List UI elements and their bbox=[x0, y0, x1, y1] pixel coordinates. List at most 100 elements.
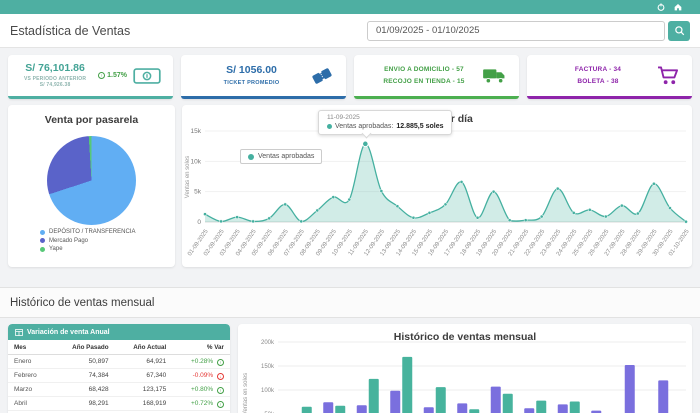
data-point bbox=[412, 216, 415, 219]
previous-period-value: S/ 74,926.38 bbox=[40, 82, 71, 89]
ticket-icon bbox=[310, 66, 334, 86]
data-point bbox=[636, 212, 639, 215]
tooltip: 11-09-2025 Ventas aprobadas: 12.885,5 so… bbox=[318, 110, 452, 135]
y-axis-label: Ventas en soles bbox=[185, 156, 191, 198]
bar-anio-pasado bbox=[625, 365, 635, 413]
y-tick-label: 15k bbox=[191, 128, 202, 135]
bar-anio-actual bbox=[570, 402, 580, 413]
bar-anio-pasado bbox=[491, 387, 501, 413]
data-point bbox=[316, 209, 319, 212]
series-legend[interactable]: Ventas aprobadas bbox=[240, 149, 322, 164]
arrow-up-circle-icon: ↑ bbox=[217, 387, 224, 394]
legend-label: Ventas aprobadas bbox=[258, 153, 314, 160]
cell-pasado: 50,897 bbox=[53, 355, 115, 369]
arrow-up-circle-icon: ↑ bbox=[98, 72, 105, 79]
arrow-up-circle-icon: ↑ bbox=[217, 359, 224, 366]
stat-card-delivery: ENVIO A DOMICILIO - 57 RECOJO EN TIENDA … bbox=[354, 55, 519, 99]
monthly-bar-chart: 050k100k150k200kVentas en soles bbox=[238, 324, 692, 413]
tooltip-value: 12.885,5 soles bbox=[396, 123, 443, 130]
cell-actual: 67,340 bbox=[115, 369, 173, 383]
tooltip-date: 11-09-2025 bbox=[327, 114, 443, 121]
pickup-line: RECOJO EN TIENDA - 15 bbox=[383, 76, 464, 88]
cell-pasado: 68,428 bbox=[53, 383, 115, 397]
topbar bbox=[0, 0, 700, 14]
cell-actual: 123,175 bbox=[115, 383, 173, 397]
column-header: % Var bbox=[172, 340, 230, 355]
cart-icon bbox=[657, 66, 680, 86]
data-point bbox=[380, 189, 383, 192]
y-tick-label: 10k bbox=[191, 158, 202, 165]
history-table: MesAño PasadoAño Actual% Var Enero50,897… bbox=[8, 340, 230, 413]
arrow-down-circle-icon: ↓ bbox=[217, 373, 224, 380]
data-point bbox=[588, 208, 591, 211]
legend-dot bbox=[40, 238, 45, 243]
data-point bbox=[620, 204, 623, 207]
cell-var: +0.28% ↑ bbox=[172, 355, 230, 369]
y-tick-label: 100k bbox=[261, 388, 275, 394]
bar-anio-pasado bbox=[357, 405, 367, 413]
bar-anio-pasado bbox=[524, 408, 534, 413]
power-icon[interactable] bbox=[657, 3, 665, 11]
data-point bbox=[492, 190, 495, 193]
table-row: Abril98,291168,919+0.72% ↑ bbox=[8, 397, 230, 411]
boleta-line: BOLETA - 38 bbox=[577, 76, 618, 88]
cell-mes: Enero bbox=[8, 355, 53, 369]
table-card: Variación de venta Anual MesAño PasadoAñ… bbox=[8, 324, 230, 413]
bar-anio-actual bbox=[436, 387, 446, 413]
cell-pasado: 74,384 bbox=[53, 369, 115, 383]
pie-legend: DEPÓSITO / TRANSFERENCIA Mercado Pago Yape bbox=[40, 229, 135, 252]
search-icon bbox=[674, 25, 685, 36]
data-point bbox=[348, 198, 351, 201]
growth-value: 1.57% bbox=[107, 72, 127, 79]
data-point bbox=[652, 182, 655, 185]
ticket-value: S/ 1056.00 bbox=[226, 64, 277, 78]
search-button[interactable] bbox=[668, 21, 690, 41]
bar-anio-actual bbox=[503, 394, 513, 413]
home-icon[interactable] bbox=[674, 3, 682, 11]
legend-item[interactable]: Mercado Pago bbox=[40, 238, 135, 244]
table-row: Marzo68,428123,175+0.80% ↑ bbox=[8, 383, 230, 397]
card-accent bbox=[8, 96, 173, 99]
data-point bbox=[684, 220, 687, 223]
ticket-label: TICKET PROMEDIO bbox=[224, 80, 280, 87]
dashboard: Estadística de Ventas S/ 76,101.86 VS PE… bbox=[0, 0, 700, 413]
legend-label: Mercado Pago bbox=[49, 238, 88, 244]
cell-var: -0.09% ↓ bbox=[172, 369, 230, 383]
date-range-control bbox=[367, 21, 690, 41]
legend-dot bbox=[248, 154, 254, 160]
factura-line: FACTURA - 34 bbox=[575, 64, 621, 76]
table-title: Variación de venta Anual bbox=[27, 329, 110, 336]
bar-anio-pasado bbox=[558, 404, 568, 413]
date-range-input[interactable] bbox=[367, 21, 665, 41]
legend-item[interactable]: DEPÓSITO / TRANSFERENCIA bbox=[40, 229, 135, 235]
bar-anio-pasado bbox=[323, 402, 333, 413]
cell-mes: Abril bbox=[8, 397, 53, 411]
data-point bbox=[524, 219, 527, 222]
bar-chart-card: Histórico de ventas mensual 050k100k150k… bbox=[238, 324, 692, 413]
bar-anio-pasado bbox=[390, 391, 400, 413]
page-header: Estadística de Ventas bbox=[0, 14, 700, 48]
column-header: Año Pasado bbox=[53, 340, 115, 355]
bar-anio-pasado bbox=[424, 407, 434, 413]
total-sales-value: S/ 76,101.86 bbox=[25, 62, 85, 76]
table-header: Variación de venta Anual bbox=[8, 324, 230, 340]
data-point bbox=[363, 141, 369, 147]
cell-var: +0.80% ↑ bbox=[172, 383, 230, 397]
y-tick-label: 5k bbox=[194, 189, 202, 196]
data-point bbox=[203, 213, 206, 216]
data-point bbox=[252, 220, 255, 223]
cell-pasado: 98,291 bbox=[53, 397, 115, 411]
tooltip-dot bbox=[327, 124, 332, 129]
arrow-up-circle-icon: ↑ bbox=[217, 401, 224, 408]
data-point bbox=[540, 215, 543, 218]
table-icon bbox=[15, 329, 23, 336]
data-point bbox=[332, 196, 335, 199]
tooltip-label: Ventas aprobadas: bbox=[335, 123, 393, 130]
truck-icon bbox=[482, 67, 507, 85]
y-tick-label: 0 bbox=[197, 219, 201, 226]
legend-item[interactable]: Yape bbox=[40, 246, 135, 252]
data-point bbox=[508, 219, 511, 222]
cell-mes: Febrero bbox=[8, 369, 53, 383]
column-header: Mes bbox=[8, 340, 53, 355]
data-point bbox=[235, 216, 238, 219]
